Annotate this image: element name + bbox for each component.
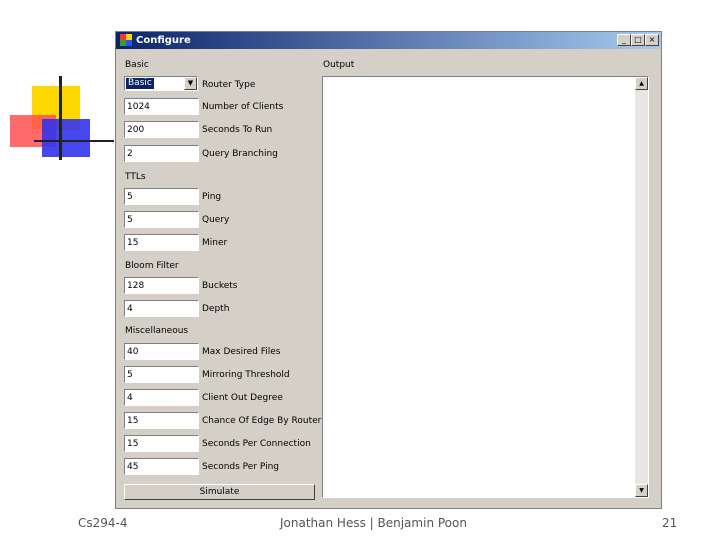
output-header: Output bbox=[323, 60, 355, 70]
scroll-up-icon[interactable]: ▲ bbox=[635, 77, 648, 90]
decorative-vertical-line bbox=[59, 76, 62, 160]
basic-group-header: Basic bbox=[125, 60, 149, 70]
number-of-clients-input[interactable] bbox=[124, 98, 199, 115]
simulate-button[interactable]: Simulate bbox=[124, 484, 315, 500]
miner-ttl-label: Miner bbox=[202, 238, 228, 248]
close-button[interactable]: × bbox=[645, 34, 659, 46]
output-scrollbar[interactable]: ▲ ▼ bbox=[635, 77, 648, 497]
bloom-filter-group-header: Bloom Filter bbox=[125, 261, 179, 271]
number-of-clients-label: Number of Clients bbox=[202, 102, 284, 112]
seconds-per-connection-label: Seconds Per Connection bbox=[202, 439, 311, 449]
title-bar[interactable]: Configure _ □ × bbox=[116, 32, 661, 49]
max-desired-files-input[interactable] bbox=[124, 343, 199, 360]
chevron-down-icon[interactable]: ▼ bbox=[184, 77, 197, 90]
buckets-label: Buckets bbox=[202, 281, 238, 291]
seconds-to-run-input[interactable] bbox=[124, 121, 199, 138]
depth-label: Depth bbox=[202, 304, 230, 314]
ping-ttl-input[interactable] bbox=[124, 188, 199, 205]
ping-ttl-label: Ping bbox=[202, 192, 222, 202]
miner-ttl-input[interactable] bbox=[124, 234, 199, 251]
mirroring-threshold-input[interactable] bbox=[124, 366, 199, 383]
minimize-button[interactable]: _ bbox=[617, 34, 631, 46]
output-textarea[interactable]: ▲ ▼ bbox=[322, 76, 649, 498]
footer-course: Cs294-4 bbox=[78, 516, 128, 530]
scroll-down-icon[interactable]: ▼ bbox=[635, 484, 648, 497]
chance-of-edge-by-router-label: Chance Of Edge By Router bbox=[202, 416, 322, 426]
buckets-input[interactable] bbox=[124, 277, 199, 294]
client-out-degree-input[interactable] bbox=[124, 389, 199, 406]
seconds-to-run-label: Seconds To Run bbox=[202, 125, 273, 135]
router-type-select[interactable]: Basic ▼ bbox=[124, 76, 198, 91]
app-icon bbox=[120, 34, 132, 46]
query-branching-input[interactable] bbox=[124, 145, 199, 162]
chance-of-edge-by-router-input[interactable] bbox=[124, 412, 199, 429]
seconds-per-ping-input[interactable] bbox=[124, 458, 199, 475]
miscellaneous-group-header: Miscellaneous bbox=[125, 326, 189, 336]
query-ttl-input[interactable] bbox=[124, 211, 199, 228]
client-out-degree-label: Client Out Degree bbox=[202, 393, 283, 403]
decorative-blue-square bbox=[42, 119, 90, 157]
decorative-horizontal-line bbox=[34, 140, 114, 142]
ttls-group-header: TTLs bbox=[125, 172, 146, 182]
max-desired-files-label: Max Desired Files bbox=[202, 347, 281, 357]
footer-authors: Jonathan Hess | Benjamin Poon bbox=[280, 516, 467, 530]
configure-window: Configure _ □ × Basic Basic ▼ Router Typ… bbox=[115, 31, 662, 509]
query-ttl-label: Query bbox=[202, 215, 230, 225]
seconds-per-connection-input[interactable] bbox=[124, 435, 199, 452]
router-type-value: Basic bbox=[126, 78, 154, 89]
seconds-per-ping-label: Seconds Per Ping bbox=[202, 462, 280, 472]
maximize-button[interactable]: □ bbox=[631, 34, 645, 46]
footer-page-number: 21 bbox=[662, 516, 678, 530]
mirroring-threshold-label: Mirroring Threshold bbox=[202, 370, 290, 380]
query-branching-label: Query Branching bbox=[202, 149, 278, 159]
window-title: Configure bbox=[136, 35, 191, 46]
depth-input[interactable] bbox=[124, 300, 199, 317]
router-type-label: Router Type bbox=[202, 80, 256, 90]
